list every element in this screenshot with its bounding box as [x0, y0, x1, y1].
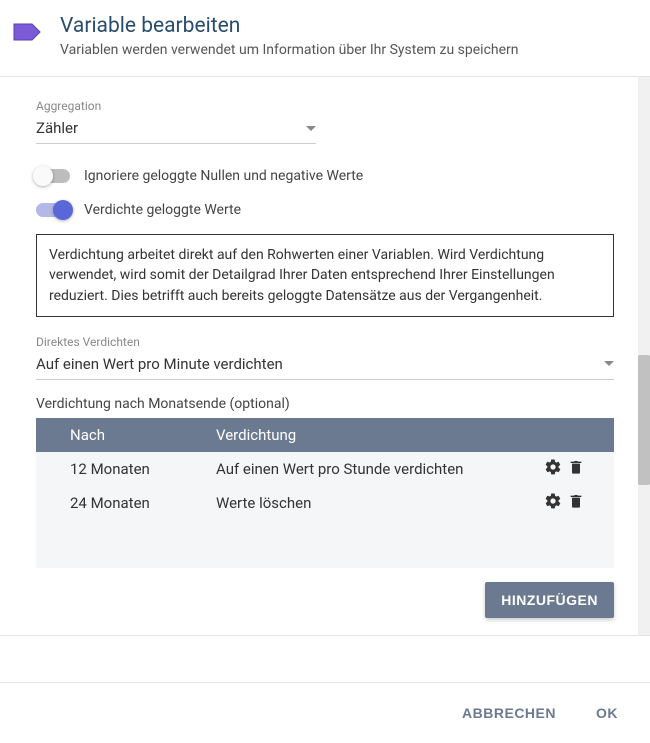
row-action: Werte löschen	[216, 494, 544, 512]
scroll-area[interactable]: Aggregation Zähler Ignoriere geloggte Nu…	[0, 77, 650, 635]
chevron-down-icon	[306, 126, 316, 131]
monthend-table: Nach Verdichtung 12 MonatenAuf einen Wer…	[36, 418, 614, 568]
dialog-header: Variable bearbeiten Variablen werden ver…	[0, 0, 650, 76]
compact-label: Verdichte geloggte Werte	[84, 202, 241, 218]
chevron-down-icon	[604, 361, 614, 366]
page-title: Variable bearbeiten	[60, 14, 519, 38]
aggregation-label: Aggregation	[36, 99, 614, 113]
row-after: 24 Monaten	[66, 494, 216, 512]
ignore-zeros-toggle[interactable]	[36, 169, 70, 183]
trash-icon[interactable]	[568, 496, 584, 514]
compact-toggle[interactable]	[36, 203, 70, 217]
add-button[interactable]: HINZUFÜGEN	[485, 582, 614, 618]
ok-button[interactable]: OK	[596, 705, 618, 721]
tag-icon	[12, 20, 44, 48]
direct-value: Auf einen Wert pro Minute verdichten	[36, 355, 283, 373]
content-divider	[0, 635, 650, 636]
table-row: 12 MonatenAuf einen Wert pro Stunde verd…	[36, 452, 614, 486]
row-action: Auf einen Wert pro Stunde verdichten	[216, 460, 544, 478]
aggregation-value: Zähler	[36, 119, 78, 137]
table-header: Nach Verdichtung	[36, 418, 614, 452]
info-box: Verdichtung arbeitet direkt auf den Rohw…	[36, 234, 614, 317]
gear-icon[interactable]	[544, 496, 562, 514]
direct-select[interactable]: Auf einen Wert pro Minute verdichten	[36, 351, 614, 380]
ignore-zeros-label: Ignoriere geloggte Nullen und negative W…	[84, 168, 363, 184]
gear-icon[interactable]	[544, 462, 562, 480]
col-after-header: Nach	[66, 426, 216, 444]
dialog-footer: ABBRECHEN OK	[0, 682, 650, 743]
table-row: 24 MonatenWerte löschen	[36, 486, 614, 520]
trash-icon[interactable]	[568, 462, 584, 480]
col-verd-header: Verdichtung	[216, 426, 544, 444]
direct-label: Direktes Verdichten	[36, 335, 614, 349]
scrollbar-thumb[interactable]	[638, 355, 650, 485]
cancel-button[interactable]: ABBRECHEN	[462, 705, 556, 721]
monthend-label: Verdichtung nach Monatsende (optional)	[36, 396, 614, 412]
row-after: 12 Monaten	[66, 460, 216, 478]
aggregation-select[interactable]: Zähler	[36, 115, 316, 144]
page-subtitle: Variablen werden verwendet um Informatio…	[60, 42, 519, 58]
